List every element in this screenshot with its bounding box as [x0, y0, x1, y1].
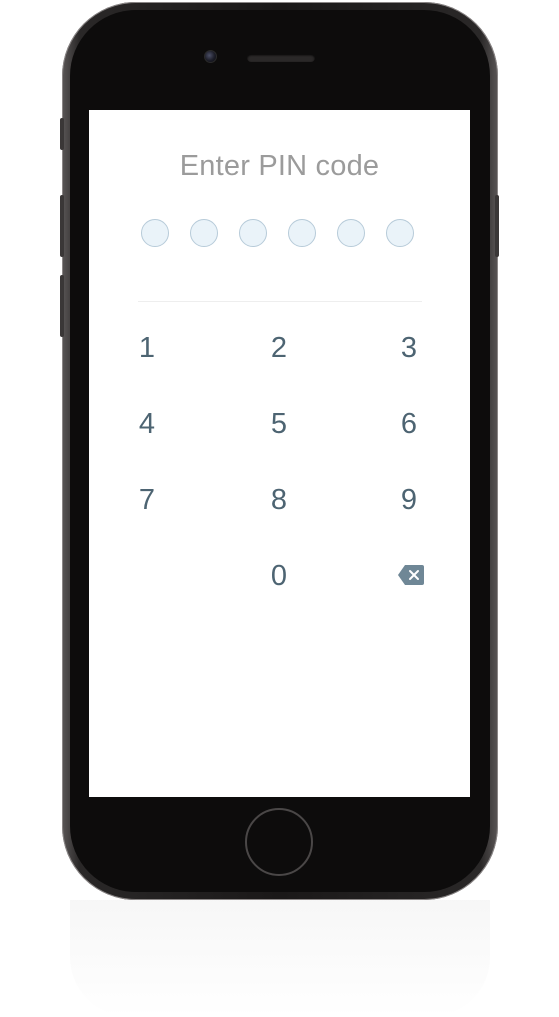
pin-dot — [239, 219, 267, 247]
key-9[interactable]: 9 — [379, 475, 439, 525]
volume-up-button — [60, 195, 64, 257]
key-7[interactable]: 7 — [117, 475, 177, 525]
pin-dot — [141, 219, 169, 247]
power-button — [495, 195, 499, 257]
key-4[interactable]: 4 — [117, 399, 177, 449]
key-2[interactable]: 2 — [249, 323, 309, 373]
mute-switch — [60, 118, 64, 150]
page-title: Enter PIN code — [179, 150, 380, 182]
key-1[interactable]: 1 — [117, 323, 177, 373]
phone-reflection — [70, 900, 490, 1017]
backspace-icon[interactable] — [398, 564, 424, 586]
key-0[interactable]: 0 — [249, 551, 309, 601]
pin-dot — [386, 219, 414, 247]
device-mockup: Enter PIN code 1 2 3 4 5 6 7 8 9 0 — [0, 0, 559, 1017]
front-camera-icon — [204, 50, 217, 63]
pin-entry-screen: Enter PIN code 1 2 3 4 5 6 7 8 9 0 — [89, 110, 470, 797]
pin-dot — [288, 219, 316, 247]
divider — [138, 301, 422, 302]
pin-indicator — [141, 219, 421, 249]
key-6[interactable]: 6 — [379, 399, 439, 449]
pin-dot — [190, 219, 218, 247]
pin-dot — [337, 219, 365, 247]
key-8[interactable]: 8 — [249, 475, 309, 525]
home-button[interactable] — [245, 808, 313, 876]
key-5[interactable]: 5 — [249, 399, 309, 449]
key-3[interactable]: 3 — [379, 323, 439, 373]
earpiece-speaker — [247, 54, 315, 62]
volume-down-button — [60, 275, 64, 337]
